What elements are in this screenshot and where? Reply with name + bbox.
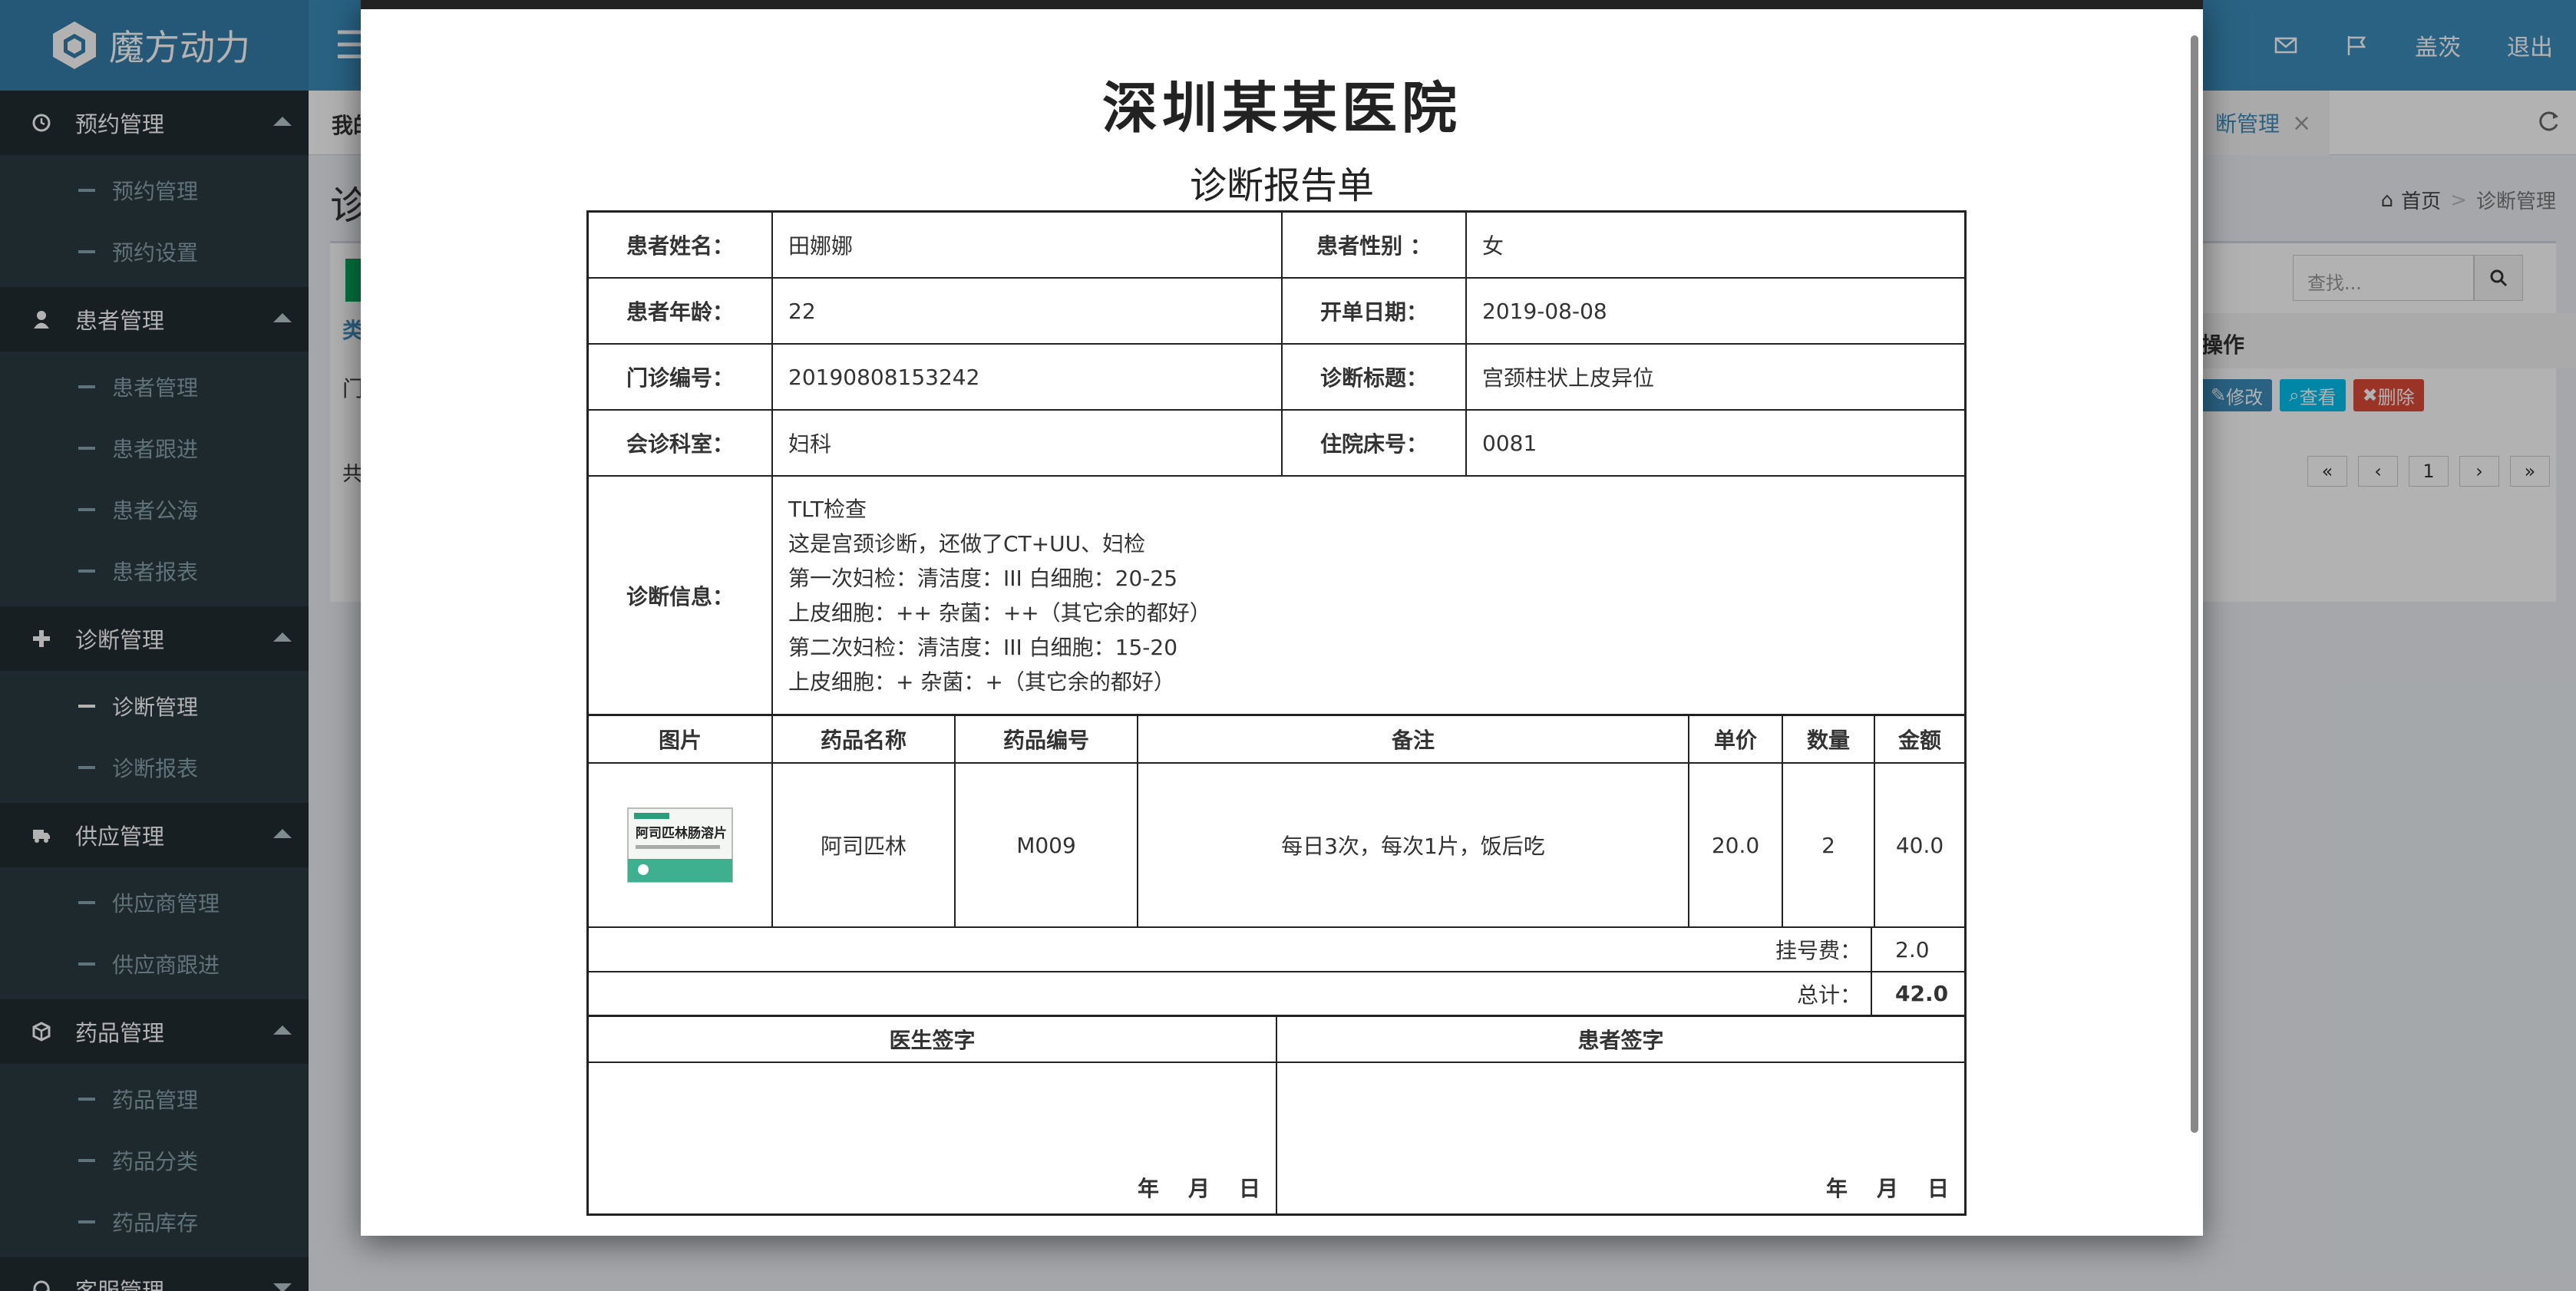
table-row: 阿司匹林肠溶片 阿司匹林 M009 每日3次，每次1片，饭后吃 20.0 2 4… [589,764,1964,928]
clinic-number: 20190808153242 [773,345,1283,409]
drug-image: 阿司匹林肠溶片 [589,764,773,926]
diagnosis-line: 这是宫颈诊断，还做了CT+UU、妇检 [788,530,1146,556]
diagnosis-title: 宫颈柱状上皮异位 [1482,365,1655,391]
report-modal: 深圳某某医院 诊断报告单 患者姓名： 田娜娜 患者性别 ： 女 患者年龄： 22… [361,0,2203,1236]
column-header: 单价 [1689,716,1783,762]
report-table: 患者姓名： 田娜娜 患者性别 ： 女 患者年龄： 22 开单日期： 2019-0… [586,210,1967,1216]
fee-value: 2.0 [1895,936,1930,962]
bed-number: 0081 [1482,430,1537,456]
drug-qty: 2 [1783,764,1875,926]
total-label: 总计： [589,972,1872,1015]
department: 妇科 [773,411,1283,475]
medicine-box-label: 阿司匹林肠溶片 [636,825,727,841]
doctor-signature: 医生签字 年月日 [589,1017,1277,1213]
drug-amount: 40.0 [1895,832,1944,858]
field-label: 诊断标题： [1283,345,1467,409]
patient-gender: 女 [1482,233,1504,259]
report-title: 诊断报告单 [1189,164,1374,207]
total-value: 42.0 [1895,981,1949,1006]
column-header: 图片 [589,716,773,762]
doctor-sign-label: 医生签字 [589,1017,1276,1063]
total-row: 总计： 42.0 [589,972,1964,1017]
drug-price: 20.0 [1689,764,1783,926]
patient-sign-label: 患者签字 [1277,1017,1964,1063]
column-header: 药品名称 [773,716,956,762]
diagnosis-line: TLT检查 [788,496,867,522]
drug-name: 阿司匹林 [773,764,956,926]
registration-fee-row: 挂号费： 2.0 [589,928,1964,972]
sign-date: 年月日 [1825,1176,1949,1201]
column-header: 药品编号 [956,716,1138,762]
drug-note: 每日3次，每次1片，饭后吃 [1138,764,1689,926]
field-label: 患者性别 ： [1283,213,1467,277]
field-label: 门诊编号： [589,345,773,409]
diagnosis-line: 上皮细胞：+ 杂菌：+（其它余的都好） [788,669,1175,695]
diagnosis-line: 第一次妇检：清洁度：III 白细胞：20-25 [788,565,1178,591]
patient-age: 22 [773,279,1283,343]
drug-table-header: 图片 药品名称 药品编号 备注 单价 数量 金额 [589,716,1964,764]
medicine-box-image: 阿司匹林肠溶片 [626,805,734,885]
patient-name: 田娜娜 [773,213,1283,277]
field-label: 患者年龄： [589,279,773,343]
field-label: 诊断信息： [589,477,773,714]
field-label: 住院床号： [1283,411,1467,475]
sign-date: 年月日 [1137,1176,1260,1201]
field-label: 会诊科室： [589,411,773,475]
diagnosis-line: 第二次妇检：清洁度：III 白细胞：15-20 [788,634,1178,660]
diagnosis-line: 上皮细胞：++ 杂菌：++（其它余的都好） [788,599,1211,626]
drug-code: M009 [956,764,1138,926]
column-header: 备注 [1138,716,1689,762]
order-date: 2019-08-08 [1482,298,1607,324]
fee-label: 挂号费： [589,928,1872,971]
column-header: 金额 [1897,728,1941,753]
field-label: 开单日期： [1283,279,1467,343]
field-label: 患者姓名： [589,213,773,277]
patient-signature: 患者签字 年月日 [1277,1017,1964,1213]
signature-section: 医生签字 年月日 患者签字 年月日 [589,1017,1964,1213]
column-header: 数量 [1783,716,1875,762]
diagnosis-info: TLT检查 这是宫颈诊断，还做了CT+UU、妇检 第一次妇检：清洁度：III 白… [773,477,1964,714]
hospital-name: 深圳某某医院 [1101,75,1461,140]
